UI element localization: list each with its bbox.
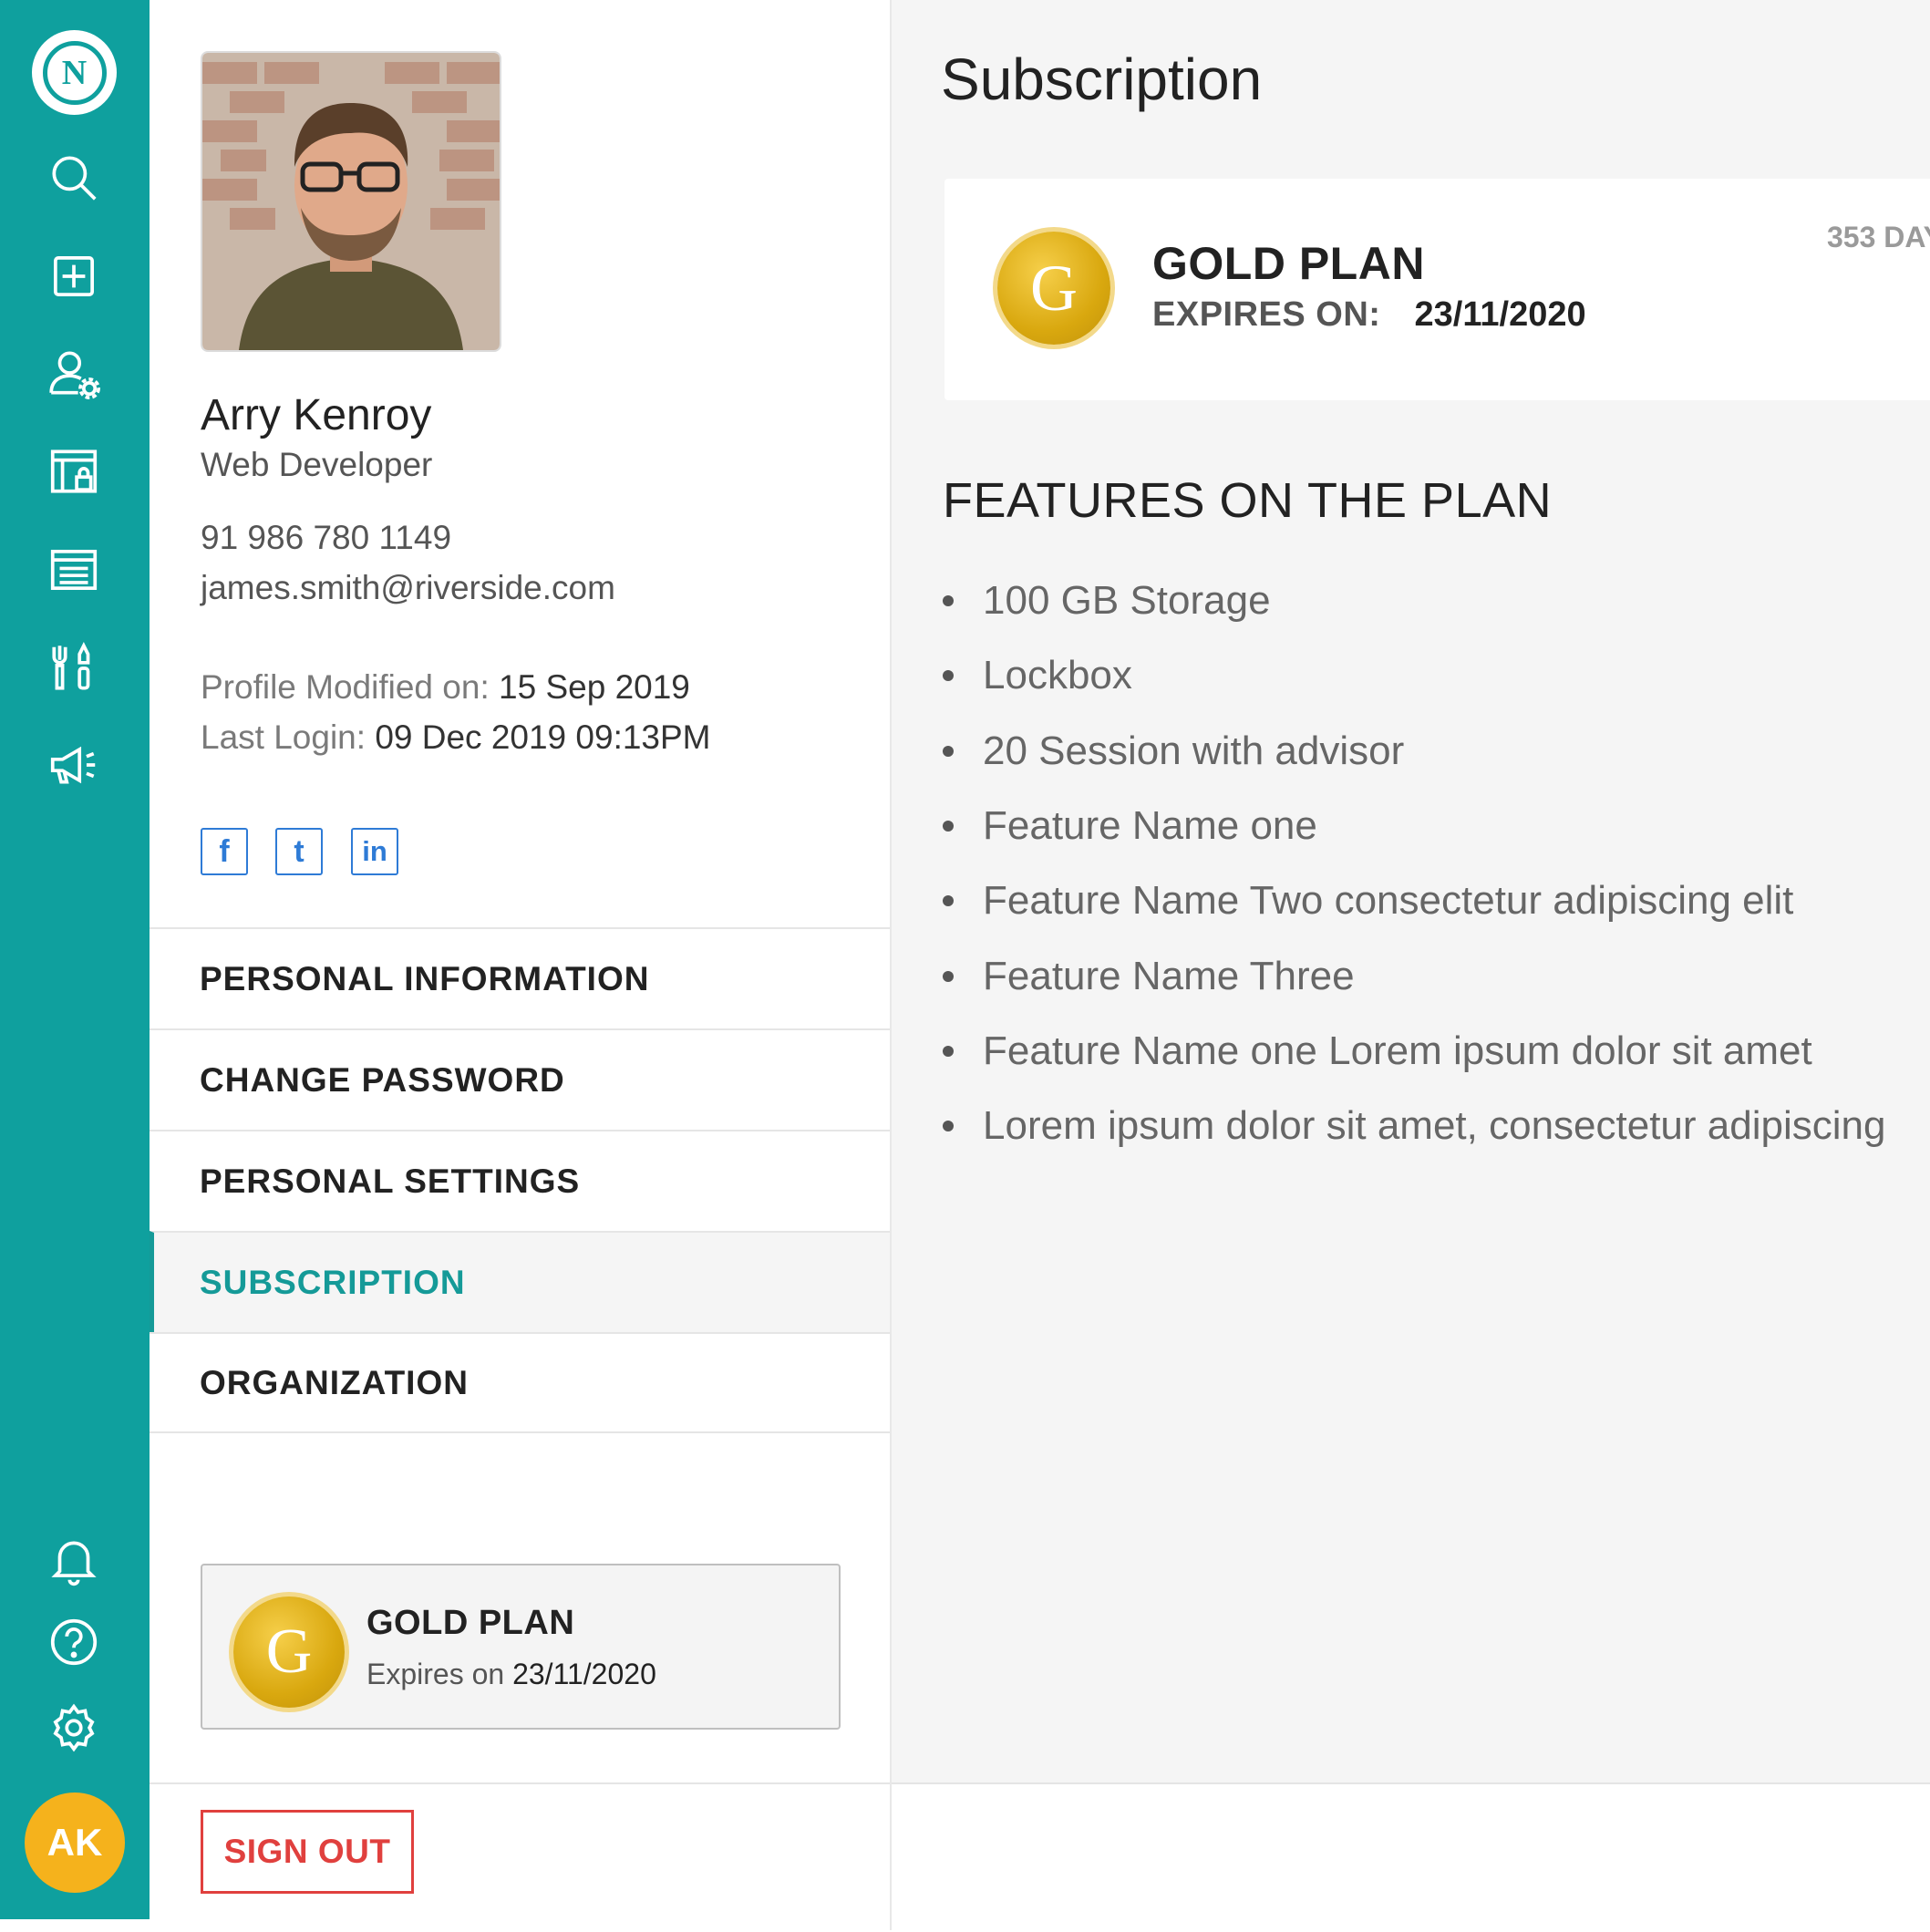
feature-label: Feature Name one: [983, 803, 1317, 849]
feature-label: Lorem ipsum dolor sit amet, consectetur …: [983, 1103, 1886, 1149]
search-icon[interactable]: [44, 148, 104, 208]
linkedin-icon[interactable]: in: [351, 828, 398, 875]
user-settings-icon[interactable]: [44, 343, 104, 403]
feature-label: Lockbox: [983, 653, 1132, 698]
profile-panel: Arry Kenroy Web Developer 91 986 780 114…: [150, 0, 892, 1930]
plan-summary-title: GOLD PLAN: [366, 1604, 575, 1642]
profile-phone: 91 986 780 1149: [201, 519, 452, 556]
subscription-expiry: EXPIRES ON: 23/11/2020: [1152, 295, 1586, 335]
logo-letter: N: [42, 40, 107, 105]
secure-building-icon[interactable]: [44, 441, 104, 501]
user-avatar[interactable]: AK: [25, 1793, 125, 1893]
bullet-icon: [943, 670, 954, 682]
bullet-icon: [943, 821, 954, 832]
gold-coin-icon: G: [997, 232, 1110, 345]
plan-summary-expiry-label: Expires on: [366, 1658, 505, 1690]
subscription-card: G GOLD PLAN EXPIRES ON: 23/11/2020 353 D…: [944, 179, 1930, 400]
subscription-plan-title: GOLD PLAN: [1152, 238, 1425, 289]
list-item: Feature Name one: [943, 789, 1930, 863]
last-login-label: Last Login:: [201, 718, 366, 756]
gear-icon[interactable]: [44, 1698, 104, 1758]
main-content: Subscription G GOLD PLAN EXPIRES ON: 23/…: [892, 0, 1930, 1782]
features-list: 100 GB Storage Lockbox 20 Session with a…: [943, 563, 1930, 1163]
megaphone-icon[interactable]: [44, 735, 104, 795]
icon-rail: N AK: [0, 0, 150, 1919]
bullet-icon: [943, 745, 954, 757]
feature-label: 20 Session with advisor: [983, 728, 1405, 773]
bullet-icon: [943, 1121, 954, 1132]
feature-label: Feature Name Three: [983, 953, 1355, 998]
browser-list-icon[interactable]: [44, 540, 104, 600]
feature-label: Feature Name Two consectetur adipiscing …: [983, 878, 1794, 924]
profile-role: Web Developer: [201, 446, 433, 483]
gold-coin-icon: G: [233, 1596, 345, 1708]
list-item: Feature Name Two consectetur adipiscing …: [943, 863, 1930, 938]
list-item: Lorem ipsum dolor sit amet, consectetur …: [943, 1089, 1930, 1163]
menu-item-personal-information[interactable]: PERSONAL INFORMATION: [150, 927, 890, 1028]
add-box-icon[interactable]: [44, 246, 104, 306]
page-title: Subscription: [941, 46, 1263, 112]
help-icon[interactable]: [44, 1612, 104, 1672]
divider: [150, 1782, 890, 1784]
profile-menu: PERSONAL INFORMATION CHANGE PASSWORD PER…: [150, 927, 890, 1433]
list-item: Lockbox: [943, 638, 1930, 713]
features-title: FEATURES ON THE PLAN: [943, 473, 1553, 528]
main-footer: [892, 1782, 1930, 1932]
profile-email[interactable]: james.smith@riverside.com: [201, 569, 615, 607]
feature-label: 100 GB Storage: [983, 578, 1271, 624]
menu-item-personal-settings[interactable]: PERSONAL SETTINGS: [150, 1130, 890, 1231]
plan-summary-expiry-value: 23/11/2020: [512, 1658, 656, 1690]
subscription-expiry-value: 23/11/2020: [1414, 295, 1586, 334]
menu-item-change-password[interactable]: CHANGE PASSWORD: [150, 1028, 890, 1130]
last-login: Last Login: 09 Dec 2019 09:13PM: [201, 718, 711, 757]
twitter-icon[interactable]: t: [275, 828, 323, 875]
list-item: 20 Session with advisor: [943, 714, 1930, 789]
profile-name: Arry Kenroy: [201, 391, 432, 439]
bullet-icon: [943, 595, 954, 607]
menu-item-subscription[interactable]: SUBSCRIPTION: [150, 1231, 890, 1332]
facebook-icon[interactable]: f: [201, 828, 248, 875]
sign-out-button[interactable]: SIGN OUT: [201, 1810, 414, 1894]
last-login-value: 09 Dec 2019 09:13PM: [375, 718, 711, 756]
plan-summary-card[interactable]: G GOLD PLAN Expires on 23/11/2020: [201, 1564, 841, 1730]
subscription-expiry-label: EXPIRES ON:: [1152, 295, 1381, 334]
list-item: Feature Name one Lorem ipsum dolor sit a…: [943, 1014, 1930, 1089]
tools-icon[interactable]: [44, 638, 104, 698]
bullet-icon: [943, 895, 954, 907]
bell-icon[interactable]: [44, 1530, 104, 1590]
profile-modified-label: Profile Modified on:: [201, 668, 490, 706]
profile-modified-value: 15 Sep 2019: [499, 668, 690, 706]
menu-item-organization[interactable]: ORGANIZATION: [150, 1332, 890, 1433]
profile-modified: Profile Modified on: 15 Sep 2019: [201, 668, 690, 707]
feature-label: Feature Name one Lorem ipsum dolor sit a…: [983, 1028, 1812, 1073]
list-item: 100 GB Storage: [943, 563, 1930, 638]
bullet-icon: [943, 1045, 954, 1057]
plan-summary-expiry: Expires on 23/11/2020: [366, 1658, 656, 1691]
days-remaining: 353 DAYS F: [1827, 221, 1930, 253]
list-item: Feature Name Three: [943, 938, 1930, 1013]
app-logo[interactable]: N: [32, 30, 117, 115]
bullet-icon: [943, 970, 954, 982]
profile-photo: [201, 51, 501, 352]
